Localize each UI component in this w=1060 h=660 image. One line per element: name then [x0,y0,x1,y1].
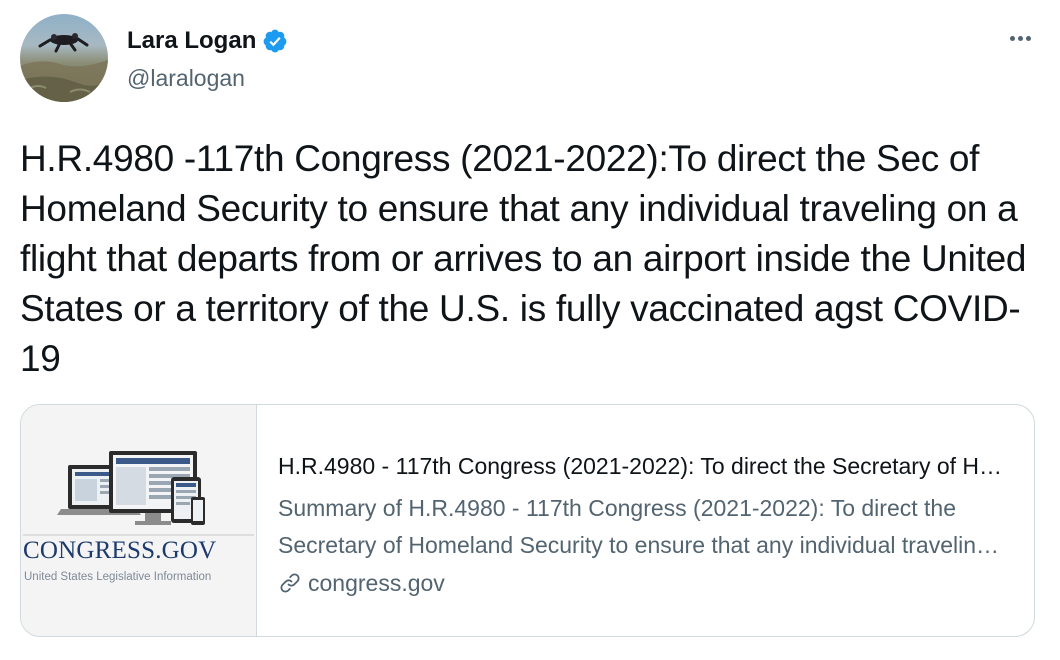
devices-illustration [23,451,254,536]
card-domain[interactable]: congress.gov [308,564,445,602]
card-body[interactable]: H.R.4980 - 117th Congress (2021-2022): T… [257,405,1034,636]
verified-badge-icon [263,29,287,53]
congress-gov-tagline: United States Legislative Information [24,571,212,583]
tweet-text: H.R.4980 -117th Congress (2021-2022):To … [20,138,1027,379]
more-horizontal-icon [1017,35,1023,41]
more-horizontal-icon [1009,35,1015,41]
card-domain-row[interactable]: congress.gov [278,564,1014,602]
author-name-row[interactable]: Lara Logan [127,27,288,55]
author-handle[interactable]: @laralogan [127,64,245,92]
card-image: CONGRESS.GOV United States Legislative I… [21,405,257,636]
more-options-button[interactable] [1002,20,1038,56]
link-preview-card[interactable]: CONGRESS.GOV United States Legislative I… [20,404,1035,637]
avatar[interactable] [20,14,108,102]
card-title[interactable]: H.R.4980 - 117th Congress (2021-2022): T… [278,451,1014,481]
link-icon [280,573,300,593]
card-description: Summary of H.R.4980 - 117th Congress (20… [278,495,989,558]
congress-gov-logo: CONGRESS.GOV [23,537,217,564]
more-horizontal-icon [1025,35,1031,41]
author-display-name[interactable]: Lara Logan [127,27,256,55]
